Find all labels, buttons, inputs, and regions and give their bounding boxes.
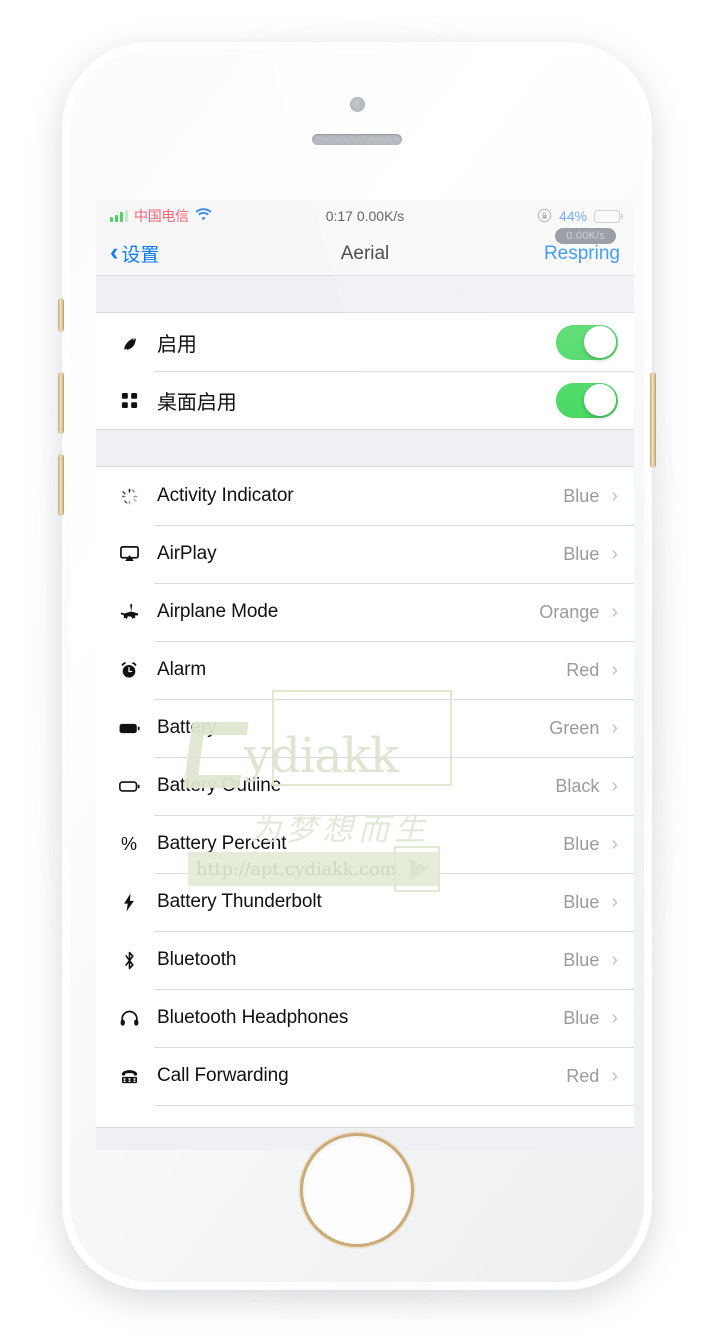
status-bar-right: 44% [537,208,624,225]
airplane-icon [116,603,142,622]
home-button-icon[interactable] [303,1136,411,1244]
icon-color-group: Activity Indicator Blue › AirPlay Blue ›… [96,466,634,1128]
row-label: 启用 [157,333,197,356]
row-label: Battery [157,717,217,738]
desktop-enable-toggle[interactable] [556,382,618,418]
headphones-icon [116,1010,142,1026]
section-gap-top [96,276,634,312]
row-value: Blue [563,1007,600,1028]
row-label: Battery Percent [157,833,287,854]
row-label: 桌面启用 [157,391,237,414]
row-desktop-enable[interactable]: 桌面启用 [96,371,634,429]
row-label: AirPlay [157,543,217,564]
thunderbolt-icon [116,893,142,912]
row-value: Orange [539,601,600,622]
wifi-icon [195,207,212,225]
chevron-right-icon: › [611,543,618,565]
earpiece-speaker-icon [312,134,402,145]
row-enable[interactable]: 启用 [96,313,634,371]
chevron-right-icon: › [611,775,618,797]
battery-icon [594,209,624,223]
grid-dots-icon [116,392,142,409]
enable-toggle[interactable] [556,324,618,360]
row-label: Battery Thunderbolt [157,891,322,912]
screenshot-root: 中国电信 0:17 0.00K/s 44% 0.00K/s ‹ 设置 Aeria… [0,0,713,1334]
chevron-right-icon: › [611,1007,618,1029]
power-button[interactable] [650,372,656,468]
row-battery-percent[interactable]: % Battery Percent Blue › [96,815,634,873]
chevron-right-icon: › [611,717,618,739]
status-bar-left: 中国电信 [110,206,212,226]
navigation-bar: ‹ 设置 Aerial Respring [96,232,634,276]
back-button-label: 设置 [121,245,160,266]
row-label: Alarm [157,659,207,680]
back-button[interactable]: ‹ 设置 [110,240,159,267]
device-bezel: 中国电信 0:17 0.00K/s 44% 0.00K/s ‹ 设置 Aeria… [70,50,644,1282]
feather-icon [116,333,142,352]
row-value: Red [566,1065,600,1086]
row-value: Blue [563,485,600,506]
row-battery-thunderbolt[interactable]: Battery Thunderbolt Blue › [96,873,634,931]
toggle-knob [584,384,616,416]
row-call-forwarding[interactable]: Call Forwarding Red › [96,1047,634,1105]
battery-filled-icon [116,723,142,734]
airplay-icon [116,546,142,562]
toggle-knob [584,326,616,358]
row-value: Blue [563,891,600,912]
settings-table[interactable]: 启用 桌面启用 Activity Indicator Blue › AirPla… [96,276,634,1150]
row-label: Battery Outline [157,775,282,796]
volume-up-button[interactable] [58,372,64,434]
battery-outline-icon [116,780,142,792]
row-value: Green [549,717,600,738]
volume-down-button[interactable] [58,454,64,516]
row-label: Bluetooth [157,949,237,970]
chevron-left-icon: ‹ [110,238,119,266]
chevron-right-icon: › [611,949,618,971]
row-alarm[interactable]: Alarm Red › [96,641,634,699]
row-battery-outline[interactable]: Battery Outline Black › [96,757,634,815]
row-battery[interactable]: Battery Green › [96,699,634,757]
row-value: Black [555,775,600,796]
phone-screen: 中国电信 0:17 0.00K/s 44% 0.00K/s ‹ 设置 Aeria… [96,200,634,1150]
row-value: Blue [563,833,600,854]
row-value: Blue [563,543,600,564]
row-airplay[interactable]: AirPlay Blue › [96,525,634,583]
row-bluetooth-headphones[interactable]: Bluetooth Headphones Blue › [96,989,634,1047]
telephone-icon [116,1069,142,1084]
row-label: Call Forwarding [157,1065,289,1086]
battery-percent-label: 44% [558,208,587,224]
front-camera-icon [349,97,365,112]
row-label: Activity Indicator [157,485,294,506]
row-label: Bluetooth Headphones [157,1007,349,1028]
bluetooth-icon [116,951,142,970]
row-value: Blue [563,949,600,970]
row-partial-next[interactable] [96,1105,634,1127]
alarm-clock-icon [116,661,142,679]
chevron-right-icon: › [611,601,618,623]
network-speed-badge: 0.00K/s [555,228,616,244]
percent-icon: % [120,833,137,854]
section-gap-middle [96,430,634,466]
toggles-group: 启用 桌面启用 [96,312,634,430]
row-label: Airplane Mode [157,601,279,622]
chevron-right-icon: › [611,485,618,507]
chevron-right-icon: › [611,659,618,681]
iphone-device: 中国电信 0:17 0.00K/s 44% 0.00K/s ‹ 设置 Aeria… [58,42,656,1290]
row-activity-indicator[interactable]: Activity Indicator Blue › [96,467,634,525]
signal-bars-icon [110,210,128,222]
activity-spinner-icon [116,488,142,505]
chevron-right-icon: › [611,891,618,913]
carrier-label: 中国电信 [134,208,189,224]
respring-button[interactable]: Respring [544,243,620,265]
chevron-right-icon: › [611,833,618,855]
row-airplane-mode[interactable]: Airplane Mode Orange › [96,583,634,641]
row-bluetooth[interactable]: Bluetooth Blue › [96,931,634,989]
row-value: Red [566,659,600,680]
silent-switch[interactable] [58,298,64,332]
status-bar: 中国电信 0:17 0.00K/s 44% [96,200,634,232]
rotation-lock-icon [537,208,552,225]
chevron-right-icon: › [611,1065,618,1087]
